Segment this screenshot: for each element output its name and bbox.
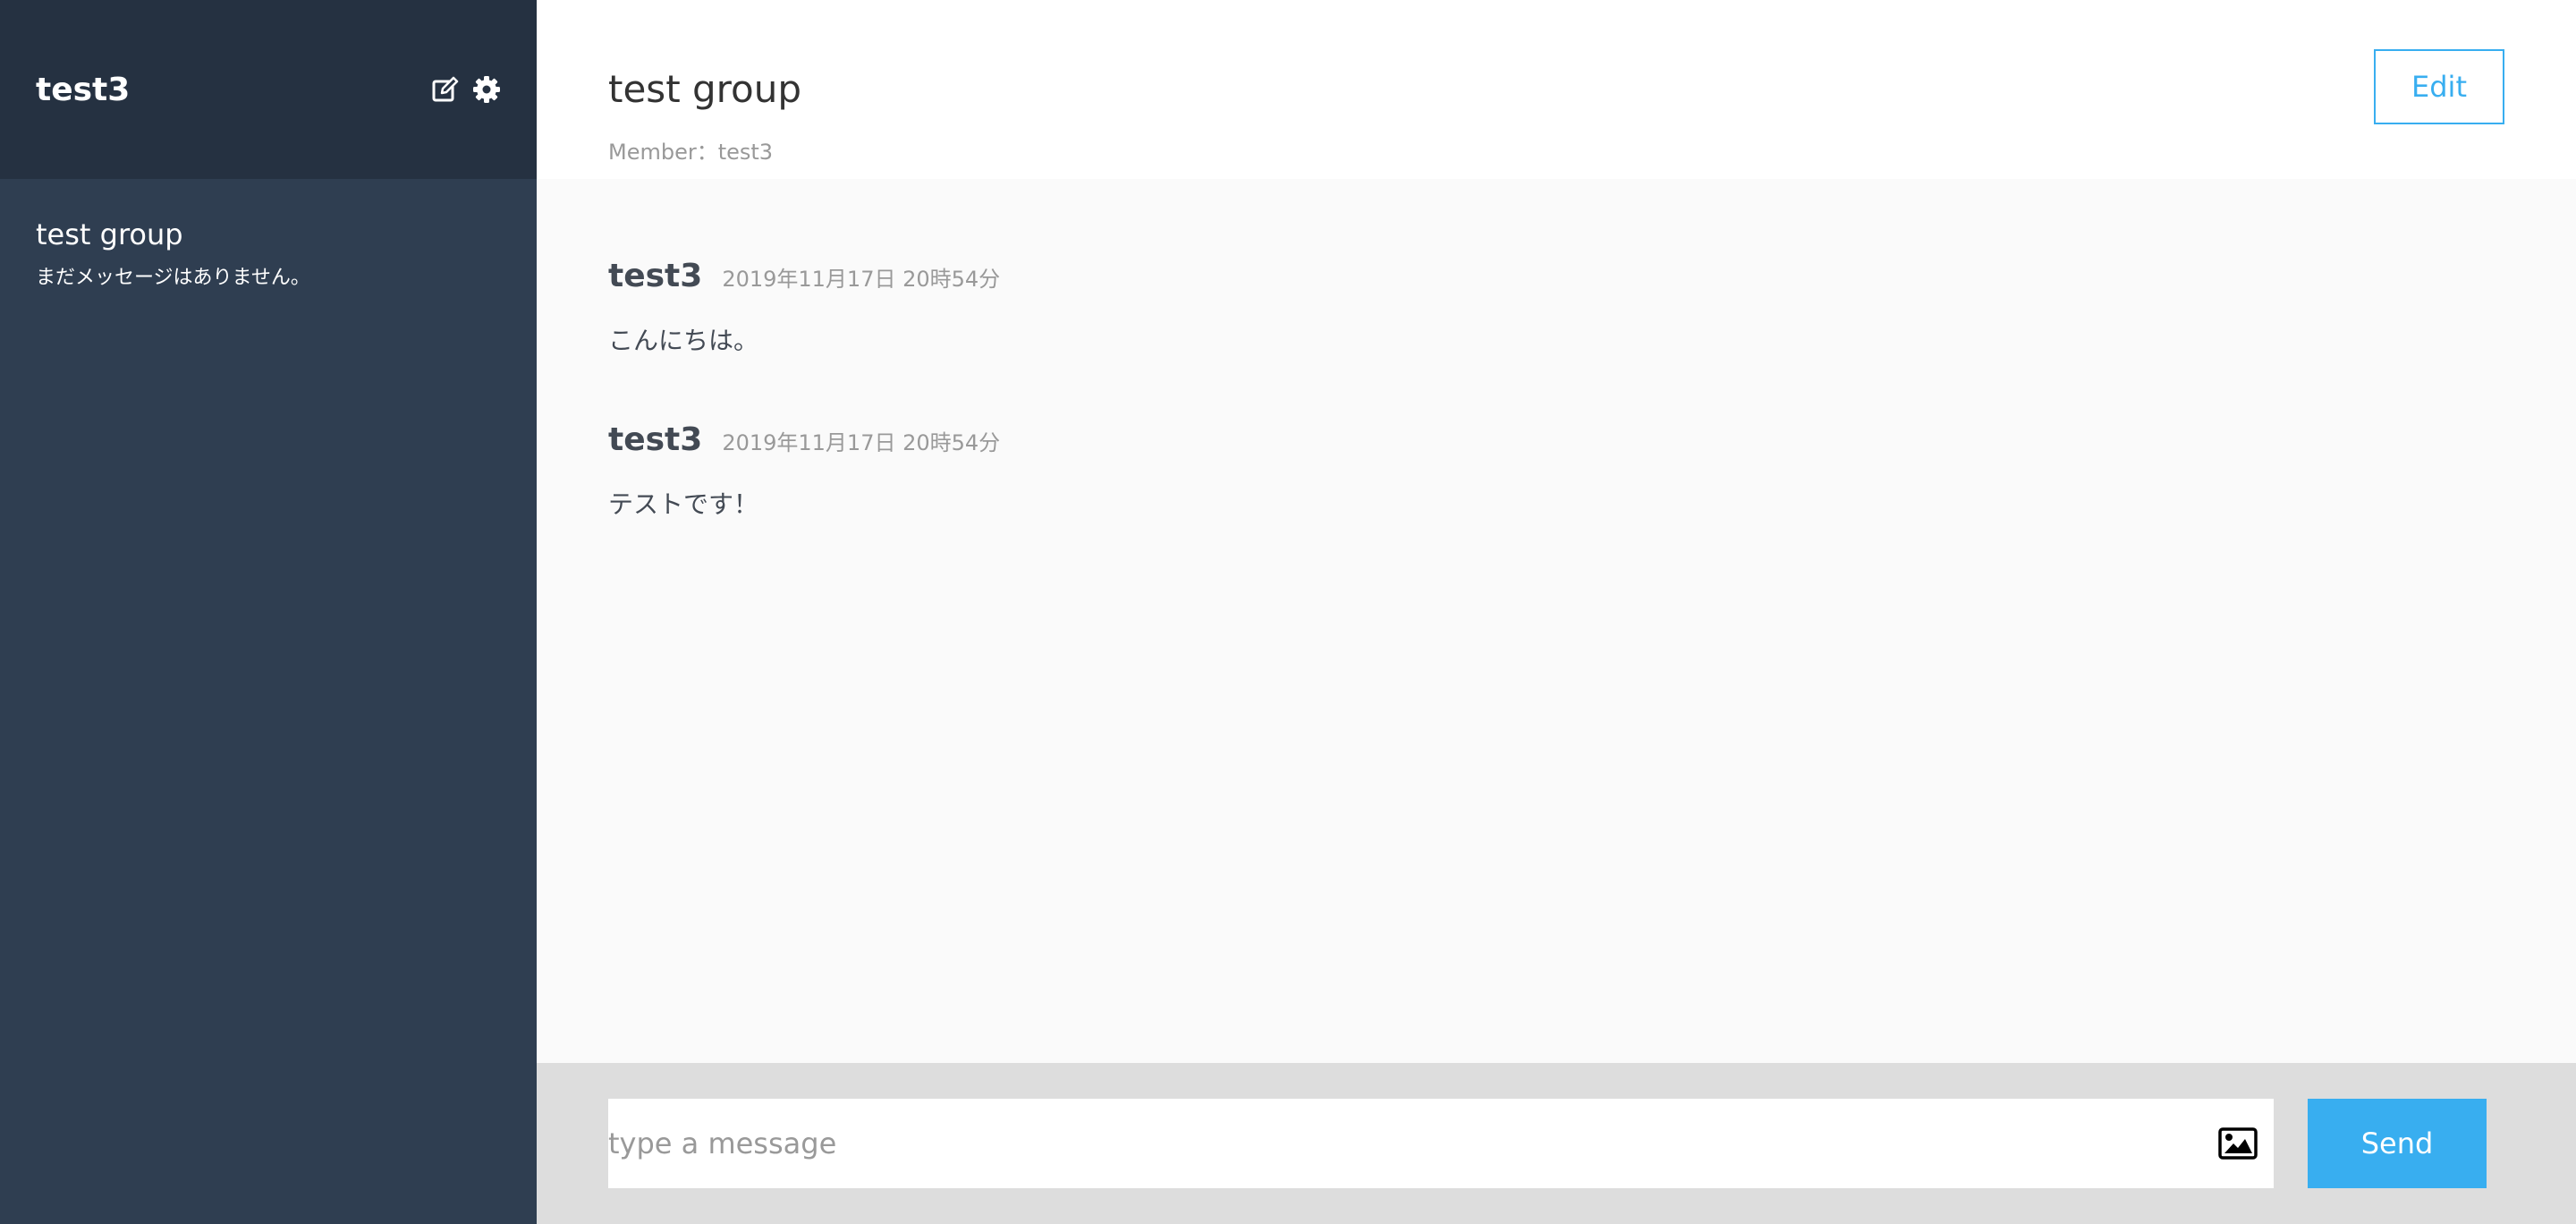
message-input-box	[608, 1099, 2274, 1188]
image-icon[interactable]	[2218, 1127, 2258, 1160]
group-list: test group まだメッセージはありません。	[0, 179, 537, 290]
send-button[interactable]: Send	[2308, 1099, 2487, 1188]
edit-icon[interactable]	[431, 75, 460, 104]
message-text: こんにちは。	[608, 326, 759, 355]
message-user: test3	[608, 421, 703, 458]
group-list-item-name: test group	[36, 217, 183, 251]
message-user: test3	[608, 258, 703, 294]
chat-header: test group Member：test3 Edit	[537, 0, 2576, 179]
sidebar-actions	[431, 75, 501, 104]
group-title: test group	[608, 67, 801, 111]
message-date: 2019年11月17日 20時54分	[722, 430, 1001, 455]
gear-icon[interactable]	[472, 75, 501, 104]
message-text: テストです！	[608, 489, 759, 519]
message-input[interactable]	[608, 1126, 2218, 1160]
message-date: 2019年11月17日 20時54分	[722, 267, 1001, 292]
message-info: test3 2019年11月17日 20時54分	[608, 421, 2504, 458]
message-form: Send	[537, 1063, 2576, 1224]
sidebar: test3 test group まだメッセージはありません。	[0, 0, 537, 1224]
message-list: test3 2019年11月17日 20時54分 こんにちは。 test3 20…	[537, 179, 2576, 1063]
current-user-name: test3	[36, 71, 131, 108]
message-item: test3 2019年11月17日 20時54分 こんにちは。	[608, 258, 2504, 357]
message-item: test3 2019年11月17日 20時54分 テストです！	[608, 421, 2504, 521]
group-members: Member：test3	[608, 140, 774, 165]
chat-app: test3 test group まだメッセージはありません。 test gro…	[0, 0, 2576, 1224]
group-list-item-last-message: まだメッセージはありません。	[36, 267, 310, 289]
sidebar-header: test3	[0, 0, 537, 179]
group-list-item[interactable]: test group まだメッセージはありません。	[36, 215, 501, 290]
edit-button[interactable]: Edit	[2374, 49, 2504, 124]
chat-main: test group Member：test3 Edit test3 2019年…	[537, 0, 2576, 1224]
message-info: test3 2019年11月17日 20時54分	[608, 258, 2504, 294]
